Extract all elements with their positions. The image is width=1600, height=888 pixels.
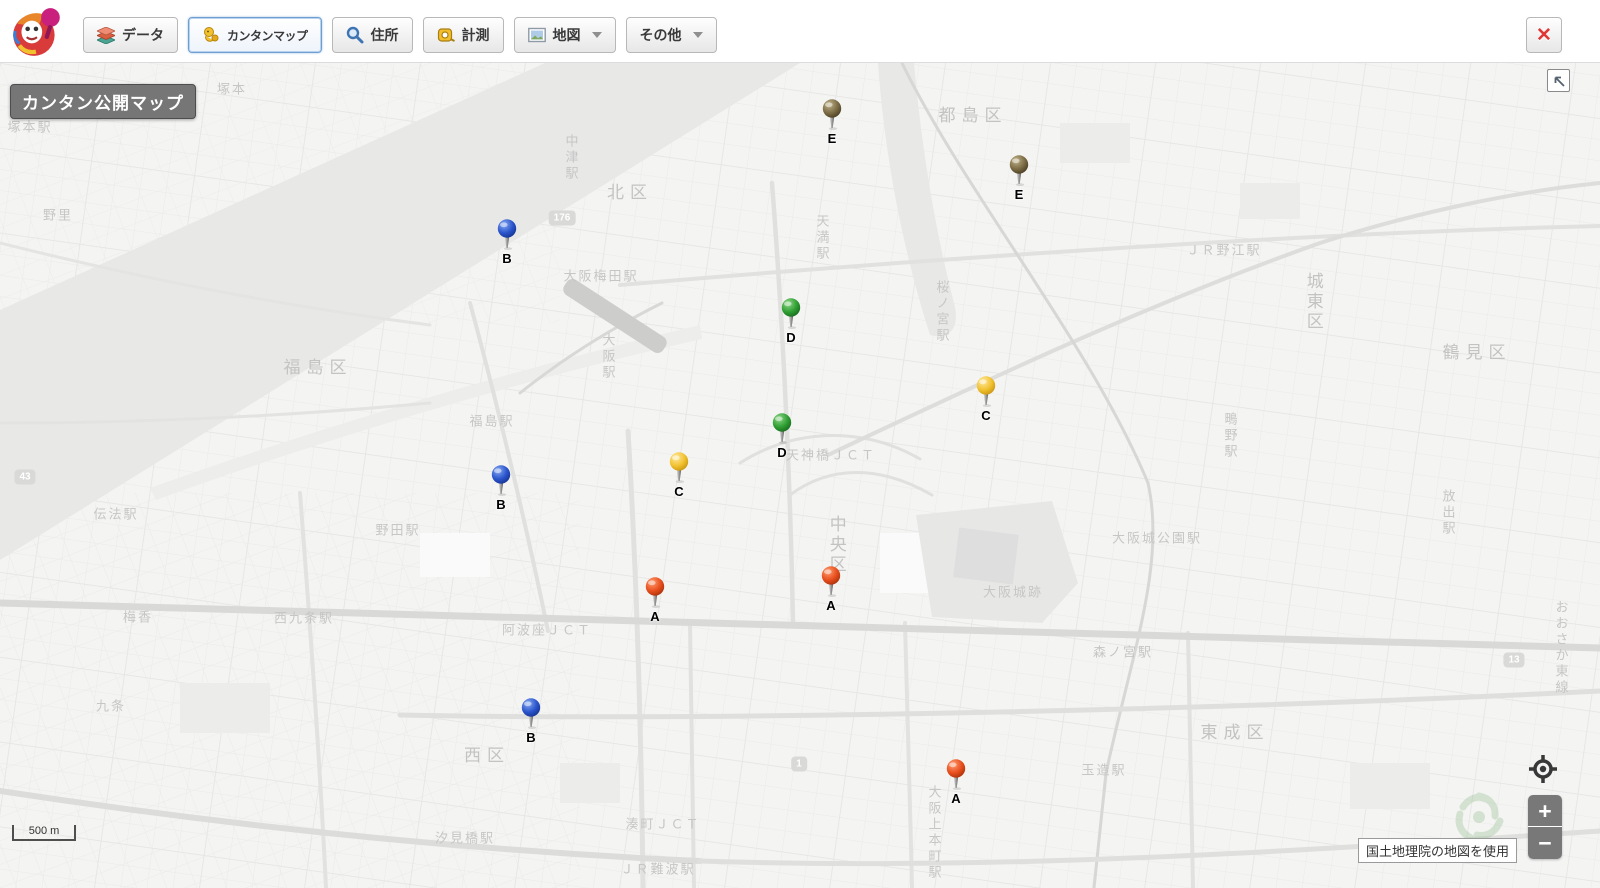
- pin-label: D: [786, 331, 795, 344]
- zoom-in-button[interactable]: +: [1528, 795, 1562, 827]
- map-pin-a[interactable]: A: [818, 565, 844, 612]
- map-pin-a[interactable]: A: [943, 758, 969, 805]
- data-button-label: データ: [122, 25, 164, 45]
- locate-icon[interactable]: [1528, 754, 1558, 784]
- chevron-down-icon: [693, 32, 703, 38]
- map-pin-d[interactable]: D: [778, 297, 804, 344]
- map-pin-d[interactable]: D: [769, 412, 795, 459]
- map-pin-b[interactable]: B: [518, 697, 544, 744]
- pin-label: D: [777, 446, 786, 459]
- map-pin-b[interactable]: B: [494, 218, 520, 265]
- pin-label: B: [526, 731, 535, 744]
- attribution[interactable]: 国土地理院の地図を使用: [1358, 838, 1517, 863]
- map-pin-e[interactable]: E: [1006, 154, 1032, 201]
- map-pin-e[interactable]: E: [819, 98, 845, 145]
- map-title-badge: カンタン公開マップ: [10, 84, 196, 119]
- pin-label: E: [828, 132, 837, 145]
- address-button[interactable]: 住所: [332, 17, 413, 53]
- other-button-label: その他: [640, 25, 682, 45]
- address-button-label: 住所: [371, 25, 399, 45]
- close-icon: ✕: [1536, 26, 1552, 45]
- measure-button[interactable]: 計測: [423, 17, 504, 53]
- zoom-control: + −: [1528, 795, 1562, 859]
- search-icon: [346, 26, 364, 44]
- kantan-map-button-label: カンタンマップ: [227, 27, 308, 44]
- chevron-down-icon: [592, 32, 602, 38]
- expand-icon[interactable]: [1547, 69, 1570, 92]
- close-button[interactable]: ✕: [1526, 17, 1562, 53]
- pin-label: E: [1015, 188, 1024, 201]
- scale-bar: 500 m: [12, 825, 76, 841]
- other-button[interactable]: その他: [626, 17, 717, 53]
- pin-label: B: [502, 252, 511, 265]
- app-logo[interactable]: [8, 3, 66, 61]
- pin-label: A: [826, 599, 835, 612]
- toolbar-buttons: データ カンタンマップ 住所: [83, 17, 717, 53]
- toolbar: データ カンタンマップ 住所: [0, 0, 1600, 63]
- map-base-tiles: [0, 63, 1600, 888]
- basemap-button-label: 地図: [553, 25, 581, 45]
- pin-label: C: [674, 485, 683, 498]
- measure-tape-icon: [437, 26, 455, 44]
- measure-button-label: 計測: [462, 25, 490, 45]
- pin-label: A: [951, 792, 960, 805]
- map-pin-c[interactable]: C: [666, 451, 692, 498]
- pin-label: A: [650, 610, 659, 623]
- map-image-icon: [528, 26, 546, 44]
- pin-label: C: [981, 409, 990, 422]
- kantan-map-button[interactable]: カンタンマップ: [188, 17, 322, 53]
- layers-icon: [97, 26, 115, 44]
- map-viewport[interactable]: 塚本塚本駅野里中津駅北区都島区大阪梅田駅天満駅桜ノ宮駅ＪＲ野江駅城東区鶴見区福島…: [0, 63, 1600, 888]
- kantan-mascot-icon: [202, 26, 220, 44]
- pin-label: B: [496, 498, 505, 511]
- basemap-button[interactable]: 地図: [514, 17, 616, 53]
- map-pin-c[interactable]: C: [973, 375, 999, 422]
- mascot-logo-icon: [8, 3, 66, 61]
- map-pin-b[interactable]: B: [488, 464, 514, 511]
- data-button[interactable]: データ: [83, 17, 178, 53]
- scale-label: 500 m: [29, 826, 60, 839]
- map-pin-a[interactable]: A: [642, 576, 668, 623]
- zoom-out-button[interactable]: −: [1528, 827, 1562, 859]
